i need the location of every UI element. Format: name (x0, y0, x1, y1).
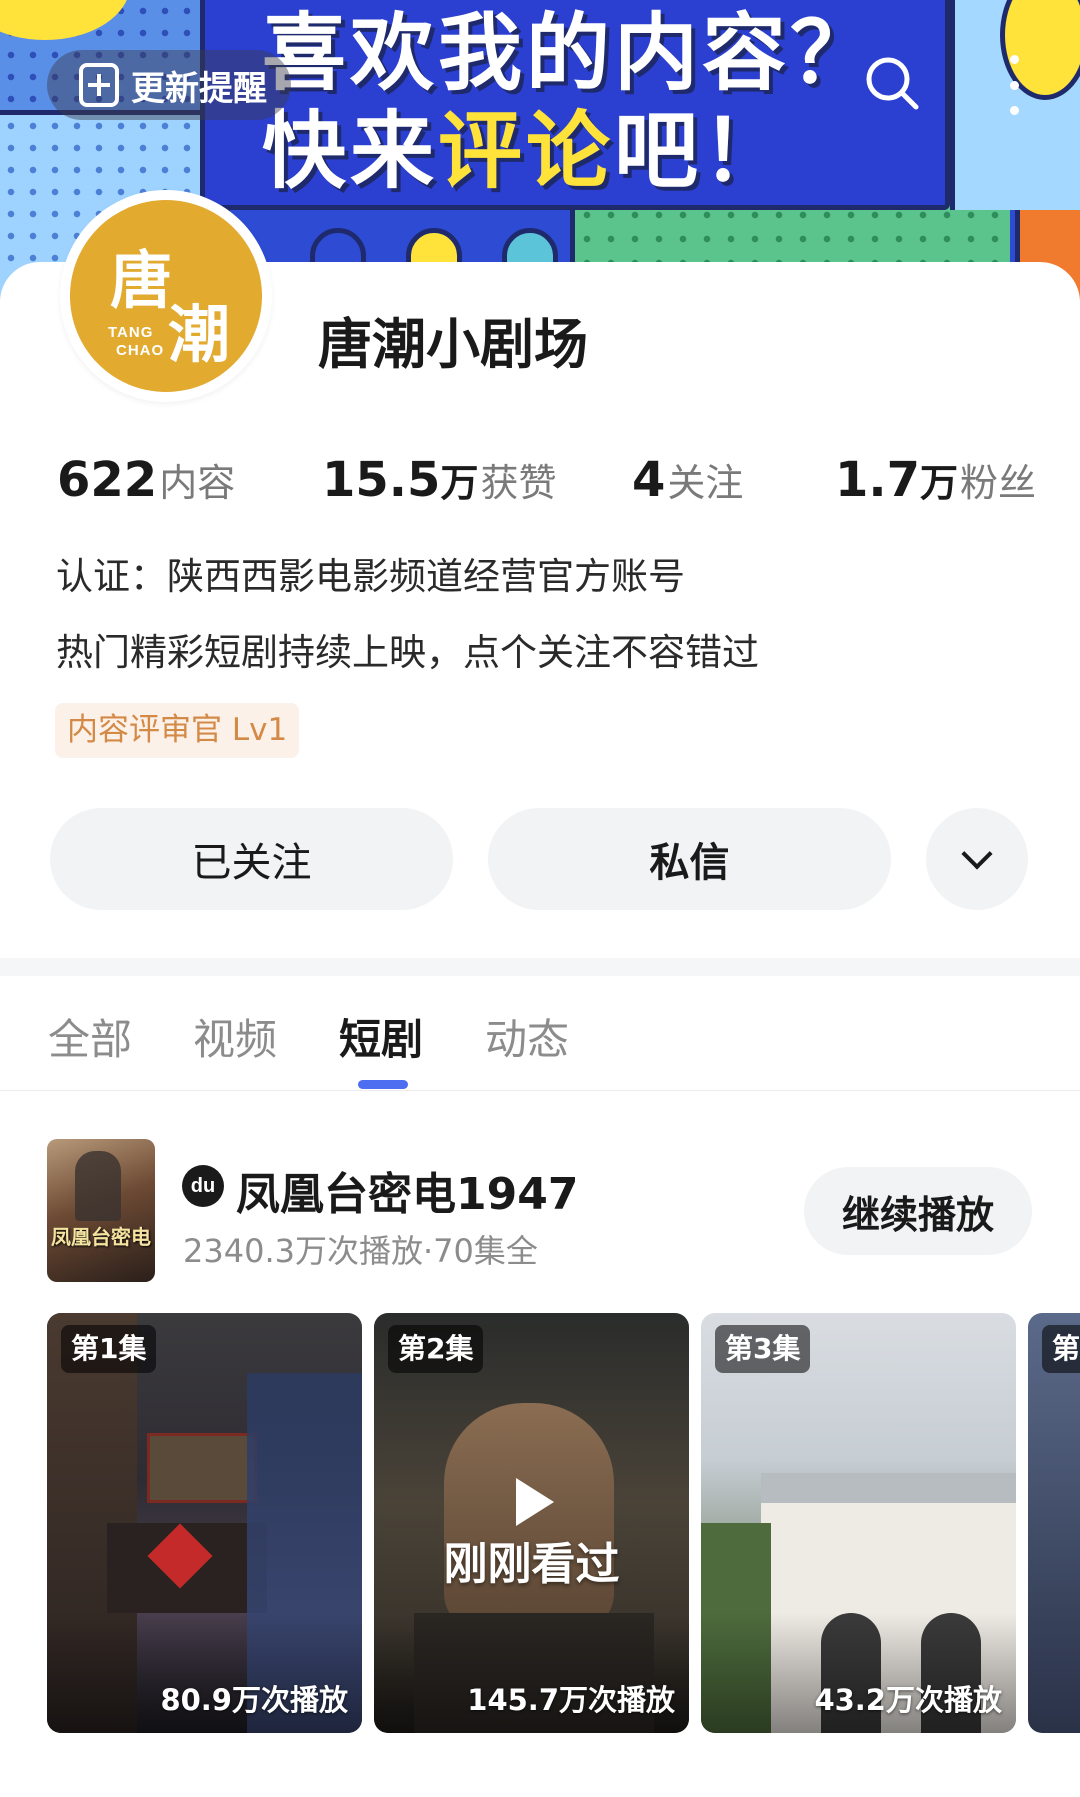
poster-title: 凤凰台密电 (51, 1225, 151, 1249)
search-icon[interactable] (864, 55, 920, 111)
episode-label: 第 (1042, 1325, 1080, 1373)
profile-bio: 热门精彩短剧持续上映，点个关注不容错过 (56, 631, 759, 674)
stat-unit: 万 (920, 461, 959, 505)
stat-label: 内容 (159, 461, 236, 505)
continue-playing-button[interactable]: 继续播放 (804, 1167, 1032, 1255)
episode-plays: 43.2万次播放 (814, 1683, 1002, 1717)
episode-card-4[interactable]: 第 (1028, 1313, 1080, 1733)
drama-meta: 2340.3万次播放·70集全 (183, 1232, 538, 1270)
just-watched-overlay: 刚刚看过 (443, 1539, 620, 1590)
stat-number: 622 (57, 452, 158, 508)
stat-followers[interactable]: 1.7 万粉丝 (835, 452, 1036, 508)
stat-label: 获赞 (480, 461, 557, 505)
tab-short-dramas[interactable]: 短剧 (339, 1006, 423, 1067)
episode-card-2[interactable]: 刚刚看过 第2集 145.7万次播放 (374, 1313, 689, 1733)
stat-number: 15.5 (322, 452, 441, 508)
episode-label: 第2集 (388, 1325, 484, 1373)
play-icon (516, 1478, 554, 1526)
episode-label: 第3集 (715, 1325, 811, 1373)
episode-plays: 80.9万次播放 (160, 1683, 348, 1717)
avatar-char-2: 潮 (168, 298, 231, 371)
certification-text: 认证：陕西西影电影频道经营官方账号 (56, 555, 685, 598)
stat-label: 关注 (667, 461, 744, 505)
more-options-icon[interactable] (1006, 55, 1022, 115)
episode-label: 第1集 (61, 1325, 157, 1373)
more-dot (1009, 55, 1019, 64)
tab-moments[interactable]: 动态 (485, 1006, 569, 1067)
update-reminder-label: 更新提醒 (131, 68, 267, 109)
banner-line2-part-c: 吧！ (614, 102, 791, 200)
more-dot (1009, 106, 1019, 115)
banner-line2-part-a: 快来 (262, 102, 439, 200)
content-tabs: 全部 视频 短剧 动态 (0, 976, 1080, 1091)
stat-number: 4 (632, 452, 666, 508)
stat-content[interactable]: 622 内容 (57, 452, 235, 508)
episode-card-1[interactable]: 第1集 80.9万次播放 (47, 1313, 362, 1733)
episode-card-3[interactable]: 第3集 43.2万次播放 (701, 1313, 1016, 1733)
message-button[interactable]: 私信 (488, 808, 891, 910)
stat-number: 1.7 (835, 452, 921, 508)
followed-button[interactable]: 已关注 (50, 808, 453, 910)
avatar[interactable]: 唐 潮 TANG CHAO (60, 190, 272, 402)
avatar-char-1: 唐 (110, 244, 173, 317)
section-divider (0, 958, 1080, 976)
stat-label: 粉丝 (960, 461, 1037, 505)
chevron-down-icon (961, 838, 993, 870)
stat-unit: 万 (440, 461, 479, 505)
add-reminder-icon (79, 63, 119, 107)
avatar-en-1: TANG (108, 324, 154, 341)
scene-roof (761, 1473, 1016, 1503)
stat-likes[interactable]: 15.5 万获赞 (322, 452, 556, 508)
episode-plays: 145.7万次播放 (467, 1683, 675, 1717)
poster-figure (75, 1151, 121, 1221)
expand-button[interactable] (926, 808, 1028, 910)
tab-videos[interactable]: 视频 (193, 1006, 277, 1067)
reviewer-badge[interactable]: 内容评审官 Lv1 (55, 703, 300, 758)
du-logo-icon: du (182, 1165, 224, 1207)
profile-stats: 622 内容 15.5 万获赞 4 关注 1.7 万粉丝 (57, 452, 1037, 512)
tab-all[interactable]: 全部 (48, 1006, 132, 1067)
scene-frame (147, 1433, 257, 1503)
avatar-logo: 唐 潮 TANG CHAO (70, 200, 262, 392)
stat-following[interactable]: 4 关注 (632, 452, 743, 508)
profile-name: 唐潮小剧场 (318, 313, 588, 376)
banner-line2-highlight: 评论 (438, 102, 615, 200)
avatar-en-2: CHAO (116, 342, 165, 359)
update-reminder-button[interactable]: 更新提醒 (47, 50, 291, 120)
drama-poster[interactable]: 凤凰台密电 (47, 1139, 155, 1282)
drama-title[interactable]: 凤凰台密电1947 (236, 1158, 578, 1222)
active-tab-indicator (358, 1080, 408, 1089)
banner-headline-line2: 快来评论吧！ (262, 84, 790, 205)
more-dot (1009, 80, 1019, 90)
